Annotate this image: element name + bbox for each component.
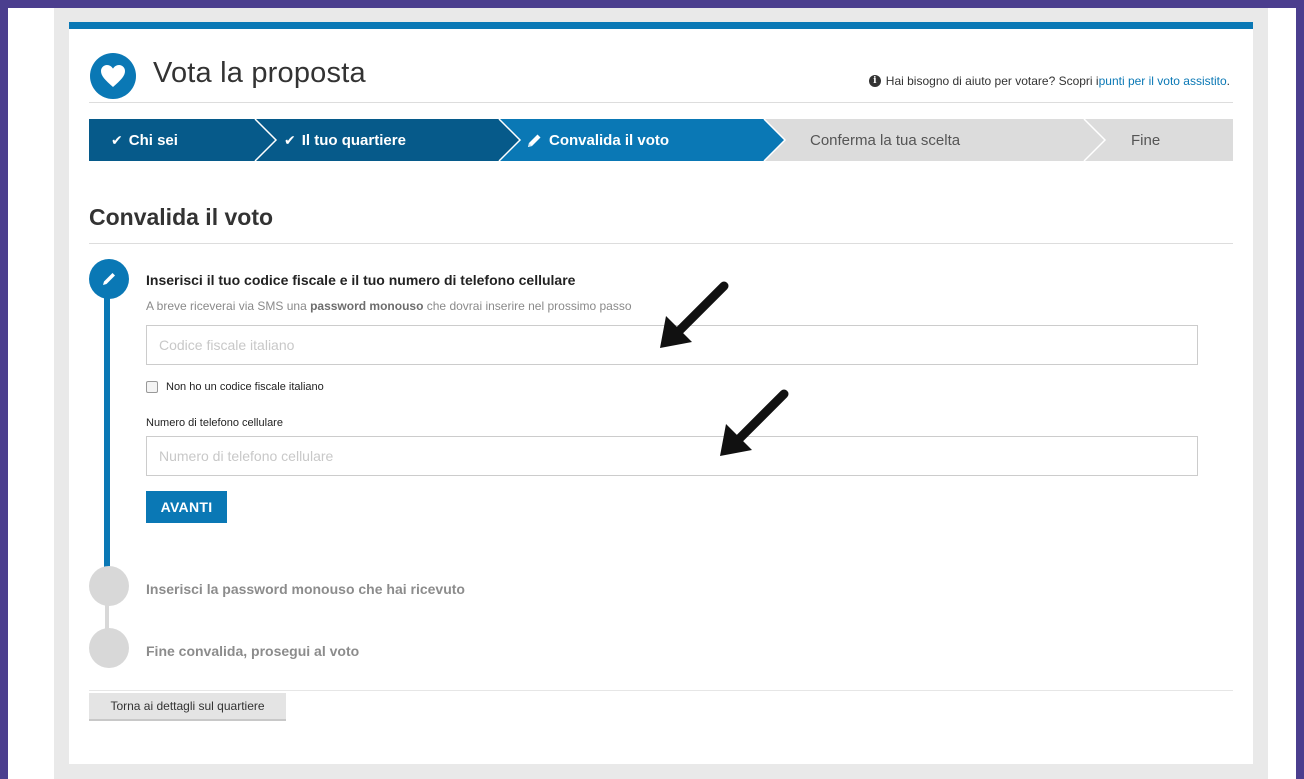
step-convalida-il-voto[interactable]: Convalida il voto — [527, 119, 669, 161]
frame-top — [0, 0, 1304, 8]
step-label: Conferma la tua scelta — [810, 131, 961, 149]
assisted-voting-link[interactable]: punti per il voto assistito — [1099, 74, 1227, 88]
checkbox-label: Non ho un codice fiscale italiano — [166, 381, 324, 393]
description-suffix: che dovrai inserire nel prossimo passo — [423, 299, 632, 313]
no-codice-fiscale-checkbox[interactable] — [146, 381, 158, 393]
help-suffix: . — [1226, 74, 1230, 88]
avanti-button[interactable]: AVANTI — [146, 491, 227, 523]
step1-description: A breve riceverai via SMS una password m… — [146, 299, 632, 313]
pencil-icon — [528, 134, 541, 147]
arrow-annotation-icon — [720, 389, 789, 456]
info-icon: i — [868, 75, 881, 87]
description-prefix: A breve riceverai via SMS una — [146, 299, 311, 313]
step-chi-sei[interactable]: ✔ Chi sei — [111, 119, 178, 161]
step2-heading: Inserisci la password monouso che hai ri… — [146, 581, 465, 597]
frame-left — [0, 0, 8, 779]
timeline-line-active — [104, 277, 110, 577]
check-icon: ✔ — [111, 131, 123, 148]
card-top-bar — [69, 22, 1253, 29]
step-label: Convalida il voto — [549, 131, 670, 149]
progress-stepper: ✔ Chi sei ✔ Il tuo quartiere Convalida i… — [89, 119, 1233, 161]
step-label: Fine — [1131, 131, 1161, 149]
phone-label: Numero di telefono cellulare — [146, 417, 283, 429]
step-label: Il tuo quartiere — [301, 131, 406, 149]
step-label: Chi sei — [128, 131, 178, 149]
vote-card: Vota la proposta i Hai bisogno di aiuto … — [69, 22, 1253, 764]
arrow-annotation-icon — [660, 281, 729, 348]
no-codice-fiscale-row[interactable]: Non ho un codice fiscale italiano — [146, 381, 324, 393]
help-text: i Hai bisogno di aiuto per votare? Scopr… — [868, 74, 1230, 88]
heart-icon — [90, 53, 136, 99]
header-divider — [89, 102, 1233, 103]
step-conferma-la-tua-scelta: Conferma la tua scelta — [810, 119, 960, 161]
check-icon: ✔ — [284, 131, 296, 148]
back-to-quartiere-button[interactable]: Torna ai dettagli sul quartiere — [89, 693, 286, 721]
timeline-dot-step3 — [89, 628, 129, 668]
timeline-dot-step2 — [89, 566, 129, 606]
timeline-dot-active — [89, 259, 129, 299]
step-il-tuo-quartiere[interactable]: ✔ Il tuo quartiere — [284, 119, 406, 161]
step1-heading: Inserisci il tuo codice fiscale e il tuo… — [146, 272, 576, 288]
footer-divider — [89, 690, 1233, 691]
step3-heading: Fine convalida, prosegui al voto — [146, 643, 360, 659]
page-title: Vota la proposta — [153, 57, 366, 89]
step-fine: Fine — [1131, 119, 1160, 161]
help-text-label: Hai bisogno di aiuto per votare? Scopri … — [885, 74, 1099, 88]
section-divider — [89, 243, 1233, 244]
section-title: Convalida il voto — [89, 204, 274, 230]
phone-input[interactable] — [146, 436, 1198, 476]
frame-right — [1296, 0, 1304, 779]
pencil-icon — [103, 273, 115, 285]
description-bold: password monouso — [310, 299, 424, 313]
